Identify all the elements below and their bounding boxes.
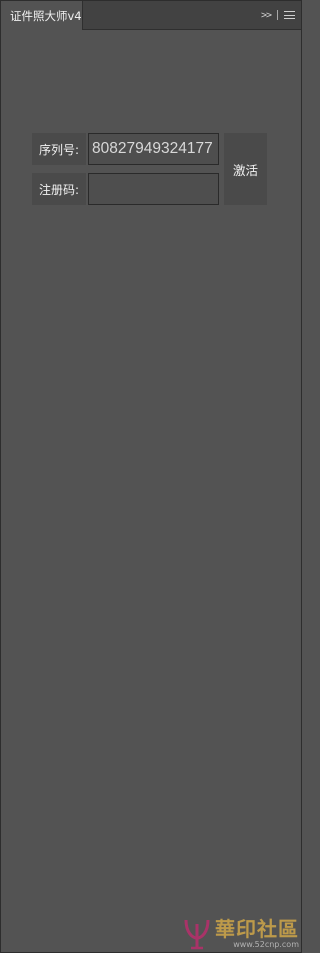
watermark-logo-icon [184, 919, 210, 950]
panel-controls: >> [261, 1, 295, 29]
panel-menu-icon[interactable] [284, 11, 295, 19]
serial-number-field[interactable] [88, 133, 219, 165]
panel-tab[interactable]: 证件照大师v4 [1, 1, 83, 30]
controls-divider [277, 10, 278, 20]
watermark-title: 華印社區 [215, 917, 299, 941]
activate-button[interactable]: 激活 [224, 133, 267, 205]
panel-tab-bar: 证件照大师v4 >> [1, 1, 301, 30]
extension-panel: 证件照大师v4 >> 序列号: 注册码: 激活 華印社區 www.52cnp.c… [0, 0, 302, 953]
panel-tab-title: 证件照大师v4 [10, 8, 82, 23]
serial-number-label: 序列号: [32, 133, 86, 165]
watermark: 華印社區 www.52cnp.com [183, 916, 299, 950]
watermark-url: www.52cnp.com [233, 940, 299, 949]
registration-code-label: 注册码: [32, 173, 86, 205]
registration-code-field[interactable] [88, 173, 219, 205]
collapse-panel-icon[interactable]: >> [261, 10, 272, 21]
